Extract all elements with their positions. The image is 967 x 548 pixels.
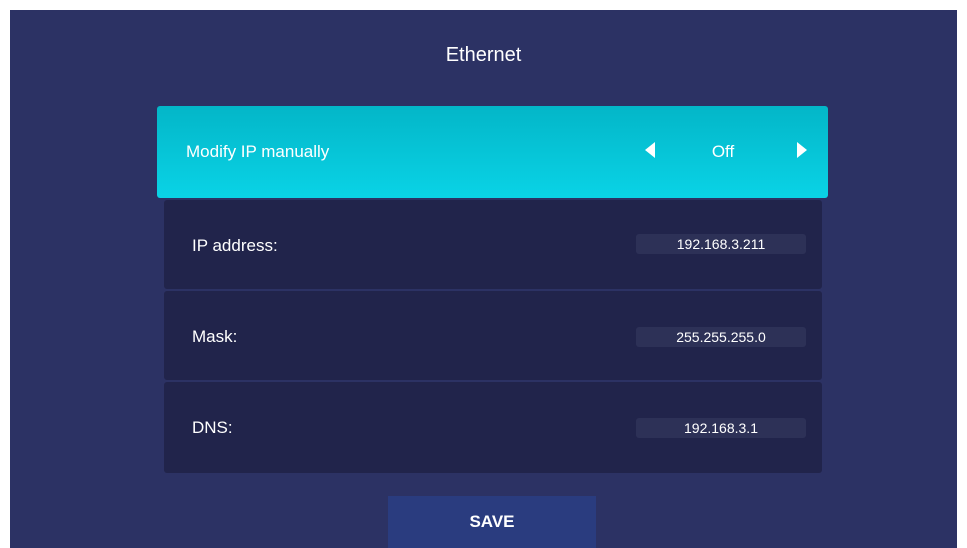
ip-address-row: IP address: bbox=[164, 200, 822, 289]
caret-left-icon[interactable] bbox=[645, 142, 655, 158]
modify-ip-manually-label: Modify IP manually bbox=[186, 142, 330, 161]
mask-label: Mask: bbox=[192, 327, 238, 346]
ip-address-label: IP address: bbox=[192, 236, 278, 255]
mask-row: Mask: bbox=[164, 291, 822, 380]
page-title: Ethernet bbox=[445, 44, 522, 66]
dns-input[interactable] bbox=[636, 418, 806, 438]
caret-right-icon[interactable] bbox=[797, 142, 807, 158]
save-button[interactable]: SAVE bbox=[388, 496, 596, 548]
ip-address-input[interactable] bbox=[636, 234, 806, 254]
ethernet-settings-screen: Ethernet Modify IP manually Off IP addre… bbox=[10, 10, 957, 548]
dns-row: DNS: bbox=[164, 382, 822, 473]
modify-ip-manually-row[interactable]: Modify IP manually Off bbox=[157, 106, 828, 198]
dns-label: DNS: bbox=[192, 418, 233, 437]
modify-ip-manually-value: Off bbox=[711, 142, 735, 161]
mask-input[interactable] bbox=[636, 327, 806, 347]
